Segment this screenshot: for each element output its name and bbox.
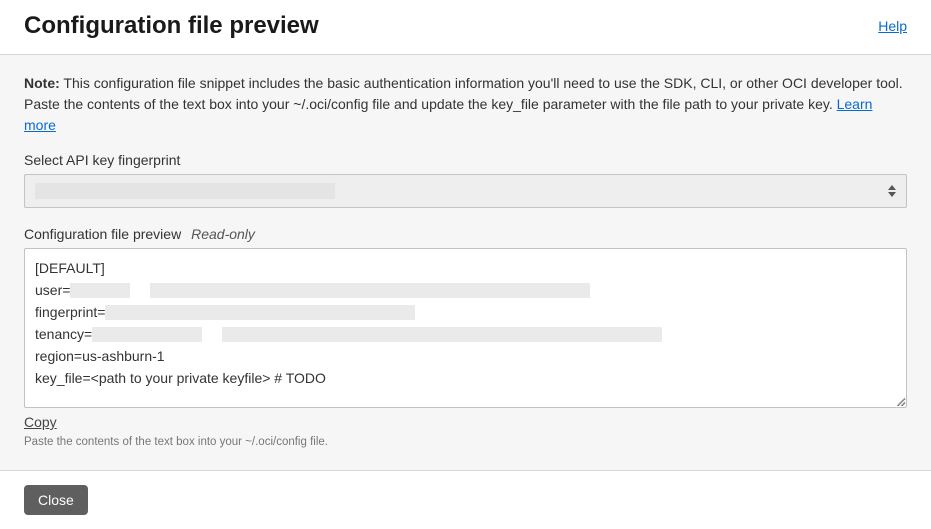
cfg-line-region: region=us-ashburn-1 <box>35 345 165 367</box>
cfg-line-default: [DEFAULT] <box>35 257 105 279</box>
fingerprint-value-redacted <box>35 183 335 199</box>
cfg-tenancy-redacted-1 <box>92 327 202 342</box>
cfg-line-keyfile: key_file=<path to your private keyfile> … <box>35 367 326 389</box>
cfg-line-user-key: user= <box>35 279 70 301</box>
close-button[interactable]: Close <box>24 485 88 515</box>
note-text: Note: This configuration file snippet in… <box>24 73 907 136</box>
preview-label: Configuration file preview <box>24 226 181 242</box>
cfg-user-redacted-2 <box>150 283 590 298</box>
help-link[interactable]: Help <box>878 18 907 34</box>
select-label: Select API key fingerprint <box>24 152 907 168</box>
config-preview-textarea[interactable]: [DEFAULT] user= fingerprint= tenancy= re… <box>24 248 907 408</box>
cfg-fingerprint-redacted <box>105 305 415 320</box>
fingerprint-select[interactable] <box>24 174 907 208</box>
page-title: Configuration file preview <box>24 12 319 40</box>
cfg-line-tenancy-key: tenancy= <box>35 323 92 345</box>
cfg-user-redacted-1 <box>70 283 130 298</box>
resize-handle-icon[interactable] <box>895 396 905 406</box>
select-caret-icon <box>885 184 899 198</box>
note-bold: Note: <box>24 75 60 91</box>
copy-link[interactable]: Copy <box>24 414 57 430</box>
readonly-badge: Read-only <box>191 226 255 242</box>
hint-text: Paste the contents of the text box into … <box>24 436 907 470</box>
cfg-line-fp-key: fingerprint= <box>35 301 105 323</box>
note-body: This configuration file snippet includes… <box>24 75 903 112</box>
cfg-tenancy-redacted-2 <box>222 327 662 342</box>
